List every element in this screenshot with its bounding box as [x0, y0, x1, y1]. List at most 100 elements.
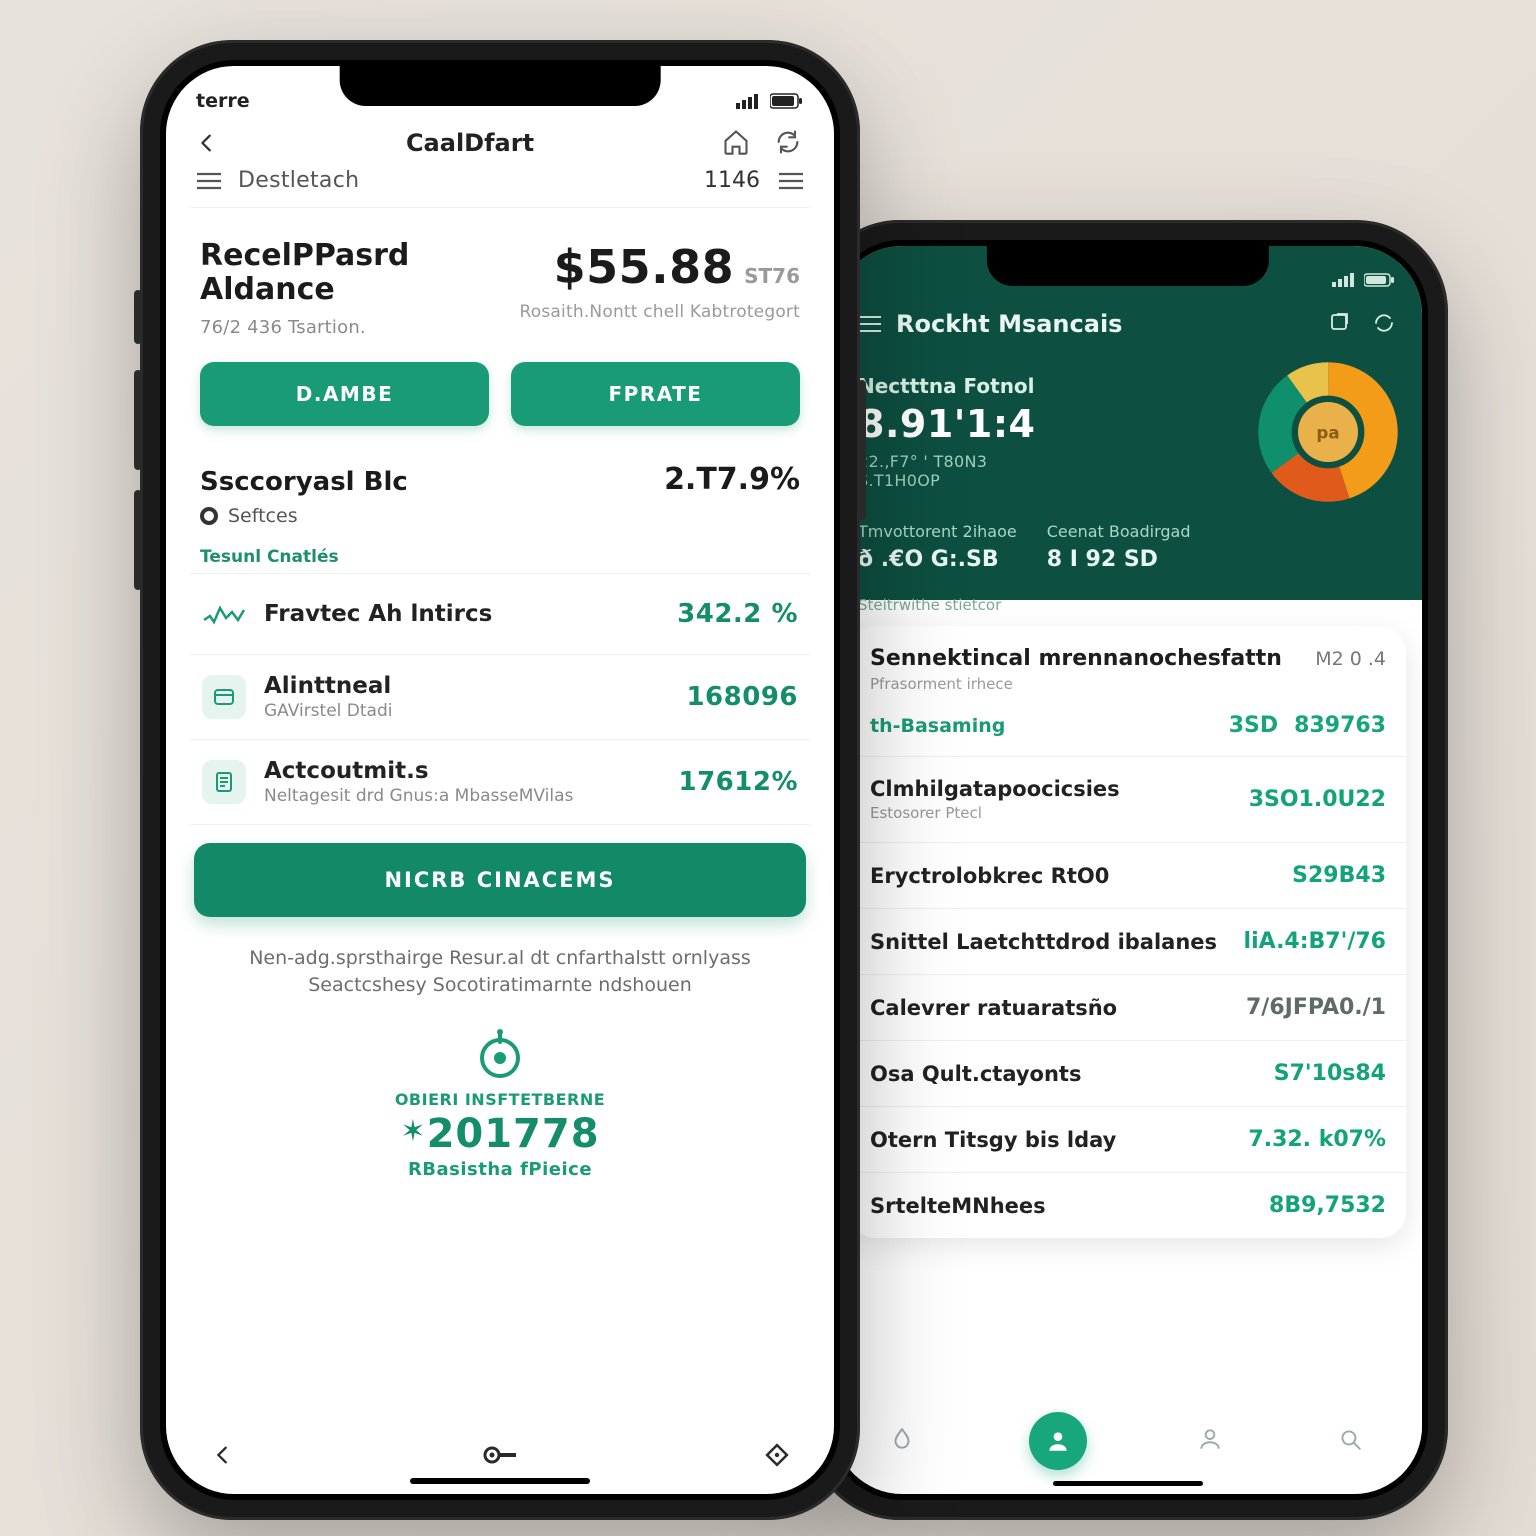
summary-subtext: 22.,F7° ' T80N3 — [858, 452, 1240, 471]
button-label: D.AMBE — [296, 382, 394, 406]
battery-icon — [770, 93, 804, 109]
row-value: 168096 — [686, 682, 798, 712]
side-button — [134, 370, 142, 470]
balance-amount-small: ST76 — [744, 264, 800, 288]
back-icon[interactable] — [196, 132, 218, 154]
card-title: Sennektincal mrennanochesfattn — [870, 646, 1282, 671]
side-button — [134, 490, 142, 590]
svg-text:pa: pa — [1316, 424, 1339, 443]
list-item[interactable]: Osa Qult.ctayonts S7'10s84 — [850, 1041, 1406, 1107]
row-value: 342.2 % — [677, 599, 798, 629]
badge-code-value: 201778 — [427, 1111, 600, 1157]
nav-key-icon[interactable] — [483, 1438, 517, 1472]
list-item[interactable]: SrtelteMNhees 8B9,7532 — [850, 1173, 1406, 1238]
list-item[interactable]: Snittel Laetchttdrod ibalanes liA.4:B7'/… — [850, 909, 1406, 975]
balance-block: RecelPPasrd Aldance 76/2 436 Tsartion. $… — [166, 208, 834, 346]
row-subtitle: Neltagesit drd Gnus:a MbasseMVilas — [264, 786, 573, 806]
home-indicator — [410, 1478, 590, 1484]
row-value: 7.32. k07% — [1248, 1127, 1386, 1152]
app-title: Rockht Msancais — [896, 310, 1122, 338]
col-value: 8 I 92 SD — [1047, 547, 1191, 572]
nav-search-icon[interactable] — [1337, 1426, 1367, 1456]
badge-block: OBIERI INSFTETBERNE ✶201778 RBasistha fP… — [166, 1000, 834, 1180]
list-item[interactable]: Actcoutmit.s Neltagesit drd Gnus:a Mbass… — [190, 739, 810, 825]
mini-label: Tesunl Cnatlés — [166, 543, 834, 567]
balance-label: Aldance — [200, 272, 409, 307]
status-time: terre — [196, 90, 250, 112]
nav-fab-button[interactable] — [1029, 1412, 1087, 1470]
menu-icon[interactable] — [858, 315, 882, 333]
balance-label: RecelPPasrd — [200, 240, 409, 272]
nav-profile-icon[interactable] — [1197, 1426, 1227, 1456]
row-value: 839763 — [1294, 713, 1386, 738]
signal-icon — [1332, 273, 1356, 287]
refresh-icon[interactable] — [1372, 311, 1398, 337]
list-item[interactable]: Fravtec Ah lntircs 342.2 % — [190, 573, 810, 654]
row-value: S7'10s84 — [1274, 1061, 1386, 1086]
nav-diamond-icon[interactable] — [760, 1438, 794, 1472]
summary-subtext: S.T1H0OP — [858, 471, 1240, 490]
row-title: SrtelteMNhees — [870, 1194, 1046, 1218]
card-first-row[interactable]: th-Basaming 3SD 839763 — [850, 705, 1406, 757]
side-button — [134, 290, 142, 344]
title-bar: Rockht Msancais — [834, 300, 1422, 354]
footnote-line: Seactcshesy Socotiratimarnte ndshouen — [226, 972, 774, 1000]
row-value: S29B43 — [1292, 863, 1386, 888]
section-percent: 2.T7.9% — [664, 462, 800, 497]
notch — [987, 246, 1269, 286]
col-label: Tmvottorent 2ihaoe — [858, 522, 1017, 541]
row-title: th-Basaming — [870, 715, 1005, 737]
nav-back-icon[interactable] — [206, 1438, 240, 1472]
row-value: 7/6JFPA0./1 — [1246, 995, 1386, 1020]
title-bar: CaalDfart — [166, 120, 834, 162]
button-label: NICRB CINACEMS — [384, 868, 615, 892]
app-title: CaalDfart — [406, 129, 534, 157]
menu-icon[interactable] — [196, 171, 222, 191]
donut-chart: pa — [1258, 362, 1398, 502]
side-button — [858, 380, 866, 520]
summary-label: Nectttna Fotnol — [858, 374, 1240, 398]
row-title: Eryctrolobkrec RtO0 — [870, 864, 1109, 888]
row-title: Clmhilgatapoocicsies — [870, 777, 1120, 801]
list-item[interactable]: Calevrer ratuaratsño 7/6JFPA0./1 — [850, 975, 1406, 1041]
summary-amount: 8.91'1:4 — [858, 402, 1240, 446]
dashboard-header: Rockht Msancais Nectttna Fotnol 8.91'1:4… — [834, 246, 1422, 600]
row-value: 3SD — [1229, 713, 1278, 738]
list-item[interactable]: Alinttneal GAVirstel Dtadi 168096 — [190, 654, 810, 739]
footnote: Nen-adg.sprsthairge Resur.al dt cnfartha… — [166, 917, 834, 1000]
home-indicator — [1053, 1481, 1203, 1486]
badge-code: ✶201778 — [166, 1111, 834, 1157]
cta-button[interactable]: NICRB CINACEMS — [194, 843, 806, 917]
row-title: Fravtec Ah lntircs — [264, 601, 492, 627]
balance-amount: $55.88 — [554, 240, 735, 294]
nav-water-icon[interactable] — [889, 1426, 919, 1456]
row-title: Alinttneal — [264, 673, 392, 699]
row-title: Calevrer ratuaratsño — [870, 996, 1117, 1020]
balance-subtext: Rosaith.Nontt chell Kabtrotegort — [520, 302, 800, 322]
list-item[interactable]: Eryctrolobkrec RtO0 S29B43 — [850, 843, 1406, 909]
home-icon[interactable] — [722, 128, 752, 158]
list-item[interactable]: Otern Titsgy bis lday 7.32. k07% — [850, 1107, 1406, 1173]
primary-button-right[interactable]: FPRATE — [511, 362, 800, 426]
radio-icon — [200, 507, 218, 525]
row-value: 3SO1.0U22 — [1249, 787, 1386, 812]
row-subtitle: Estosorer Ptecl — [870, 804, 1120, 822]
list-item[interactable]: Clmhilgatapoocicsies Estosorer Ptecl 3SO1… — [850, 757, 1406, 843]
filter-radio[interactable]: Seftces — [166, 499, 834, 543]
row-title: Snittel Laetchttdrod ibalanes — [870, 930, 1217, 954]
bottom-nav — [166, 1438, 834, 1472]
notch — [340, 66, 661, 106]
menu-icon[interactable] — [778, 171, 804, 191]
summary-columns: Tmvottorent 2ihaoe ð .€O G:.SB Ceenat Bo… — [834, 518, 1422, 580]
row-value: 8B9,7532 — [1269, 1193, 1386, 1218]
col-value: ð .€O G:.SB — [858, 547, 1017, 572]
share-icon[interactable] — [1328, 311, 1354, 337]
section-chip: Steitrwithe stietcor — [858, 596, 1001, 614]
col-label: Ceenat Boadirgad — [1047, 522, 1191, 541]
row-value: liA.4:B7'/76 — [1244, 929, 1386, 954]
primary-button-left[interactable]: D.AMBE — [200, 362, 489, 426]
phone-frame-left: terre CaalDfart — [140, 40, 860, 1520]
transactions-card: Sennektincal mrennanochesfattn M2 0 .4 P… — [850, 626, 1406, 1238]
row-subtitle: GAVirstel Dtadi — [264, 701, 392, 721]
refresh-icon[interactable] — [774, 128, 804, 158]
